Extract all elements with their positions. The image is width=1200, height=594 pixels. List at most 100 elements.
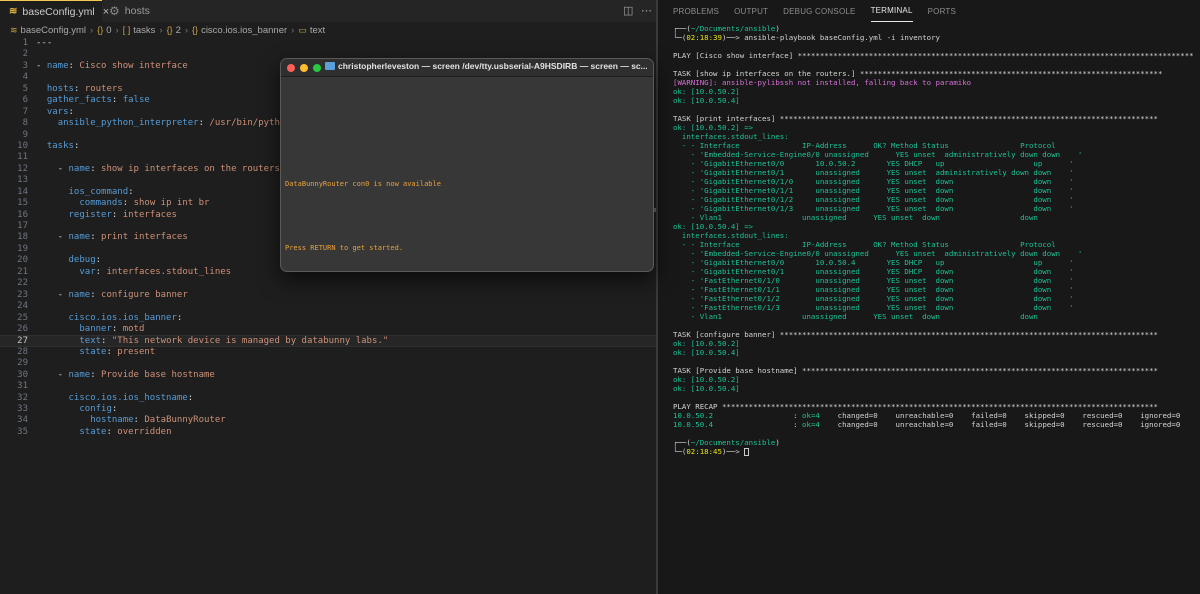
line-number: 7 (22, 106, 28, 117)
split-editor-icon[interactable]: ◫ (623, 4, 633, 17)
terminal-cursor (744, 448, 750, 456)
breadcrumb-item[interactable]: text (310, 25, 325, 36)
line-text: - name: Cisco show interface (36, 60, 188, 71)
screen-console[interactable]: DataBunnyRouter con0 is now available Pr… (285, 80, 647, 272)
console-line: Press RETURN to get started. (285, 243, 404, 252)
line-number: 32 (17, 392, 28, 403)
line-text: hosts: routers (46, 83, 123, 94)
line-number: 9 (22, 129, 28, 140)
tab-output[interactable]: OUTPUT (734, 0, 768, 22)
minimize-window-icon[interactable] (300, 63, 308, 72)
terminal-line: interfaces.stdout_lines: (673, 132, 789, 141)
chevron-right-icon: › (159, 24, 163, 36)
line-number: 21 (17, 266, 28, 277)
bottom-panel: PROBLEMS OUTPUT DEBUG CONSOLE TERMINAL P… (658, 0, 1200, 594)
terminal-line: - Vlan1 unassigned YES unset down down (673, 213, 1038, 222)
tab-hosts[interactable]: ⚙ hosts (102, 0, 182, 22)
tab-ports[interactable]: PORTS (928, 0, 956, 22)
terminal-line: 10.0.50.2 : ok=4 changed=0 unreachable=0… (673, 411, 1181, 420)
tab-baseconfig[interactable]: ≋ baseConfig.yml × (0, 0, 109, 22)
object-icon: {} (192, 25, 199, 35)
chevron-right-icon: › (115, 24, 119, 36)
code-line[interactable]: 31 (0, 381, 658, 392)
panel-tab-bar: PROBLEMS OUTPUT DEBUG CONSOLE TERMINAL P… (658, 0, 1200, 22)
zoom-window-icon[interactable] (313, 63, 321, 72)
code-line[interactable]: 32 cisco.ios.ios_hostname: (0, 393, 658, 404)
line-number: 34 (17, 415, 28, 426)
chevron-right-icon: › (184, 24, 189, 36)
breadcrumb: ≋ baseConfig.yml › {} 0 › [ ] tasks › {}… (10, 22, 325, 38)
terminal-line: [WARNING]: ansible-pylibssh not installe… (673, 78, 972, 87)
line-number: 23 (17, 289, 28, 300)
more-actions-icon[interactable]: ⋯ (641, 4, 652, 17)
terminal-line: ok: [10.0.50.4] (673, 348, 740, 357)
tab-debug-console[interactable]: DEBUG CONSOLE (783, 0, 855, 22)
close-window-icon[interactable] (287, 63, 295, 72)
code-line[interactable]: 1 --- (0, 38, 658, 49)
gear-icon: ⚙ (109, 4, 120, 18)
line-text: tasks: (46, 140, 80, 151)
line-text: banner: motd (79, 323, 145, 334)
array-icon: [ ] (122, 25, 131, 35)
code-line[interactable]: 23 - name: configure banner (0, 290, 658, 301)
line-number: 13 (17, 175, 28, 186)
line-text: --- (36, 38, 53, 48)
terminal-line: TASK [Provide base hostname] ***********… (673, 366, 1158, 375)
code-line[interactable]: 27 text: "This network device is managed… (0, 335, 658, 347)
terminal-line: ok: [10.0.50.2] (673, 339, 740, 348)
terminal-line: ┌──(~/Documents/ansible) (673, 438, 780, 447)
breadcrumb-item[interactable]: tasks (133, 25, 155, 36)
line-number: 19 (17, 243, 28, 254)
terminal-line: ok: [10.0.50.2] => (673, 123, 758, 132)
code-line[interactable]: 26 banner: motd (0, 324, 658, 335)
line-number: 26 (17, 323, 28, 334)
code-line[interactable]: 33 config: (0, 404, 658, 415)
code-line[interactable]: 35 state: overridden (0, 427, 658, 438)
breadcrumb-item[interactable]: 0 (106, 25, 111, 36)
window-title-bar[interactable]: christopherleveston — screen /dev/tty.us… (281, 59, 653, 77)
terminal-output[interactable]: ┌──(~/Documents/ansible) └─(02:18:39)──> … (673, 24, 1200, 456)
line-number: 35 (17, 426, 28, 437)
terminal-line: ┌──(~/Documents/ansible) (673, 24, 780, 33)
code-line[interactable]: 24 (0, 301, 658, 312)
terminal-line: - 'GigabitEthernet0/0 10.0.50.2 YES DHCP… (673, 159, 1074, 168)
line-number: 30 (17, 369, 28, 380)
screen-terminal-window[interactable]: christopherleveston — screen /dev/tty.us… (280, 58, 654, 272)
terminal-line: - 'Embedded-Service-Engine0/0 unassigned… (673, 150, 1083, 159)
line-number: 18 (17, 232, 28, 243)
line-text: commands: show ip int br (79, 198, 210, 209)
chevron-right-icon: › (90, 24, 94, 36)
code-line[interactable]: 25 cisco.ios.ios_banner: (0, 313, 658, 324)
line-number: 12 (17, 163, 28, 174)
code-line[interactable]: 22 (0, 278, 658, 289)
code-line[interactable]: 29 (0, 358, 658, 369)
yaml-icon: ≋ (10, 24, 18, 35)
code-line[interactable]: 30 - name: Provide base hostname (0, 370, 658, 381)
terminal-line: - 'GigabitEthernet0/0 10.0.50.4 YES DHCP… (673, 258, 1074, 267)
tab-terminal[interactable]: TERMINAL (870, 0, 913, 22)
yaml-icon: ≋ (9, 6, 18, 17)
console-line: This network device is managed by databu… (285, 271, 647, 272)
line-number: 24 (17, 301, 28, 312)
breadcrumb-item[interactable]: baseConfig.yml (21, 25, 86, 36)
line-number: 29 (17, 358, 28, 369)
breadcrumb-item[interactable]: 2 (176, 25, 181, 36)
code-line[interactable]: 34 hostname: DataBunnyRouter (0, 415, 658, 426)
line-text: - name: configure banner (36, 289, 188, 300)
tab-problems[interactable]: PROBLEMS (673, 0, 719, 22)
code-line[interactable]: 28 state: present (0, 347, 658, 358)
line-text: cisco.ios.ios_hostname: (68, 392, 194, 403)
breadcrumb-item[interactable]: cisco.ios.ios_banner (201, 25, 287, 36)
line-text: config: (79, 404, 118, 414)
terminal-line: ok: [10.0.50.2] (673, 375, 740, 384)
terminal-line: PLAY [Cisco show interface] ************… (673, 51, 1194, 60)
line-number: 20 (17, 255, 28, 266)
